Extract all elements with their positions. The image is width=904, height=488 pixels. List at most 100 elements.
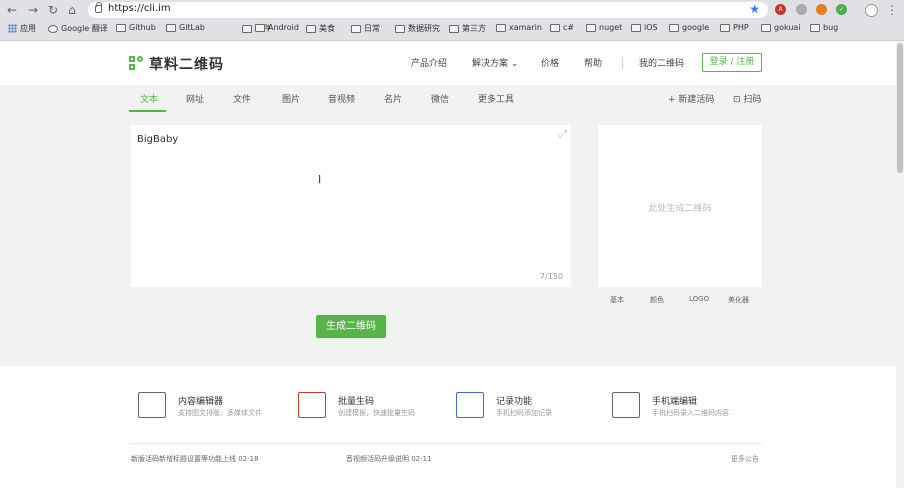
bookmark-item[interactable]: nuget [586,23,622,32]
qr-option-beautifier[interactable]: 美化器 [728,295,749,305]
folder-icon [395,24,405,33]
bookmark-label: xamarin [509,23,542,32]
bookmark-label: nuget [599,23,623,32]
scan-icon: ⊡ [733,95,744,105]
tab-more-tools[interactable]: 更多工具 [478,92,514,105]
bookmark-item[interactable]: iOS [631,23,658,32]
forward-icon[interactable]: → [25,3,41,17]
scan-link[interactable]: ⊡ 扫码 [733,92,761,105]
nav-help[interactable]: 帮助 [584,56,602,69]
qr-style-options: 基本 颜色 LOGO 美化器 [598,295,762,307]
extension-icon[interactable]: ✓ [836,4,847,15]
generate-qr-button[interactable]: 生成二维码 [316,315,386,338]
qr-option-basic[interactable]: 基本 [610,295,624,305]
new-live-code-link[interactable]: + 新建活码 [668,92,714,105]
extension-icon[interactable] [796,4,807,15]
bookmark-item[interactable]: xamarin [496,23,542,32]
bookmark-item[interactable]: 美食 [306,23,335,34]
bookmark-item[interactable]: Google 翻译 [48,23,108,34]
record-document-icon [456,392,484,418]
char-counter: 7/150 [539,272,563,281]
news-item[interactable]: 新版活码新增标题设置等功能上线 02-18 [131,454,259,464]
back-icon[interactable]: ← [4,3,20,17]
bookmark-item[interactable]: 第三方 [449,23,486,34]
menu-icon[interactable]: ⋮ [884,3,900,17]
folder-icon [496,23,506,32]
bookmark-item[interactable]: 日常 [351,23,380,34]
home-icon[interactable]: ⌂ [64,3,80,17]
text-cursor-icon: I [318,173,322,186]
reload-icon[interactable]: ↻ [45,3,61,17]
bookmark-item[interactable]: bug [810,23,838,32]
editor-image-icon [138,392,166,418]
feature-desc: 手机扫码录入二维码内容 [652,409,729,417]
folder-icon [166,23,176,32]
bookmark-label: gokuai [774,23,801,32]
bookmark-label: c# [563,23,575,32]
bookmark-label: PHP [733,23,749,32]
bookmark-item[interactable]: 应用 [8,23,36,34]
lock-icon [95,2,102,13]
qr-option-logo[interactable]: LOGO [689,295,709,303]
nav-product[interactable]: 产品介绍 [411,56,447,69]
site-logo[interactable]: 草料二维码 [129,54,224,74]
text-editor[interactable]: BigBaby I ⤢ 7/150 [131,125,571,287]
folder-icon [550,23,560,32]
bookmark-item[interactable]: google [669,23,709,32]
tab-audio-video[interactable]: 音视频 [328,92,355,105]
feature-title: 手机端编辑 [652,397,698,407]
bookmark-label: google [682,23,710,32]
folder-icon [669,23,679,32]
tab-business-card[interactable]: 名片 [384,92,402,105]
tab-wechat[interactable]: 微信 [431,92,449,105]
folder-icon [761,23,771,32]
qr-option-color[interactable]: 颜色 [650,295,664,305]
login-button[interactable]: 登录 / 注册 [702,53,762,72]
feature-desc: 创建模板，快速批量生码 [338,409,415,417]
nav-solutions[interactable]: 解决方案 ⌄ [472,56,518,69]
bookmark-item[interactable]: c# [550,23,574,32]
nav-my-codes[interactable]: 我的二维码 [639,56,684,69]
expand-icon[interactable]: ⤢ [559,129,567,140]
tab-text[interactable]: 文本 [140,92,158,105]
bookmark-item[interactable]: GitLab [166,23,205,32]
feature-title: 批量生码 [338,397,375,407]
bookmark-label: Google 翻译 [61,24,108,33]
address-bar[interactable]: https://cli.im ★ [88,2,768,18]
logo-text: 草料二维码 [149,57,224,73]
folder-icon [306,24,316,33]
editor-content[interactable]: BigBaby [137,134,178,145]
nav-pricing[interactable]: 价格 [541,56,559,69]
page-scrollbar[interactable] [896,41,904,488]
google-icon [48,24,58,33]
feature-title: 记录功能 [496,397,533,407]
folder-icon [255,23,265,32]
folder-icon [116,23,126,32]
bookmark-item[interactable]: 数据研究 [395,23,440,34]
folder-icon [449,24,459,33]
bookmark-item[interactable]: Github [116,23,156,32]
more-announcements-link[interactable]: 更多公告 [731,454,759,464]
apps-icon [8,24,17,33]
folder-icon [351,24,361,33]
extension-icon[interactable] [816,4,827,15]
tab-url[interactable]: 网址 [186,92,204,105]
bookmark-item[interactable]: Android [255,23,299,32]
url-text: https://cli.im [108,3,171,14]
adblock-extension-icon[interactable]: A [775,4,786,15]
bookmark-label: Android [268,23,299,32]
scroll-thumb[interactable] [897,43,903,173]
scan-label: 扫码 [743,95,762,105]
site-header: 草料二维码 产品介绍 解决方案 ⌄ 价格 帮助 我的二维码 登录 / 注册 [0,41,904,85]
profile-icon[interactable] [865,4,878,17]
bookmark-item[interactable]: gokuai [761,23,801,32]
active-tab-indicator [129,110,166,112]
bookmark-item[interactable]: PHP [720,23,749,32]
news-item[interactable]: 音视频活码升级说明 02-11 [346,454,432,464]
tab-file[interactable]: 文件 [233,92,251,105]
feature-desc: 手机扫码添加记录 [496,409,552,417]
folder-icon [242,24,252,33]
qr-placeholder-text: 此处生成二维码 [648,204,712,214]
tab-image[interactable]: 图片 [282,92,300,105]
bookmark-star-icon[interactable]: ★ [749,2,760,16]
